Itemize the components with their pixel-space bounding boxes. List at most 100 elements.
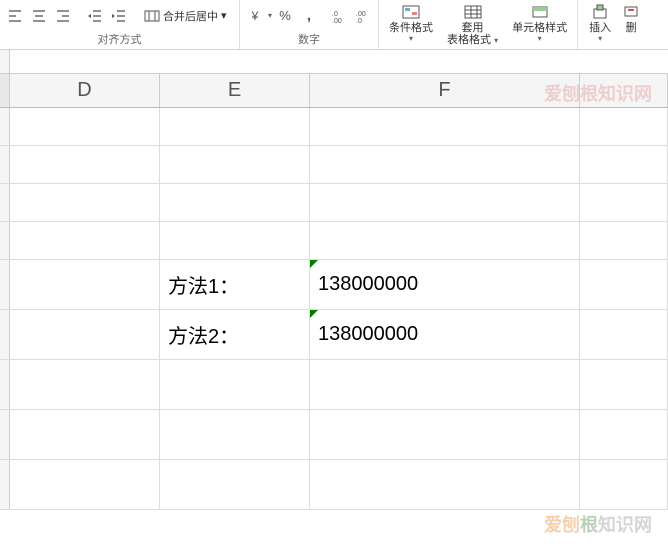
name-box[interactable] xyxy=(0,50,10,73)
cell[interactable] xyxy=(160,184,310,221)
cell[interactable] xyxy=(580,260,668,309)
cell[interactable] xyxy=(10,222,160,259)
cell[interactable] xyxy=(10,460,160,509)
cell-method1-label[interactable]: 方法1： xyxy=(160,260,310,309)
table-format-icon xyxy=(463,4,483,20)
conditional-format-button[interactable]: 条件格式 ▾ xyxy=(383,2,439,48)
insert-label: 插入 xyxy=(589,22,611,34)
table-row: 方法2： 138000000 xyxy=(0,310,668,360)
delete-icon xyxy=(622,4,640,20)
row-header[interactable] xyxy=(0,410,10,459)
chevron-down-icon: ▾ xyxy=(221,9,227,22)
cell[interactable] xyxy=(310,410,580,459)
merge-center-label: 合并后居中 xyxy=(163,8,218,24)
increase-indent-icon[interactable] xyxy=(108,5,130,27)
cell[interactable] xyxy=(10,184,160,221)
cell[interactable] xyxy=(160,460,310,509)
formula-input[interactable] xyxy=(10,50,668,73)
number-group: ¥ ▾ % , .0.00 .00.0 数字 xyxy=(240,0,379,49)
column-header-E[interactable]: E xyxy=(160,74,310,107)
select-all-corner[interactable] xyxy=(0,74,10,107)
cell-method2-label[interactable]: 方法2： xyxy=(160,310,310,359)
column-header-F[interactable]: F xyxy=(310,74,580,107)
ribbon: 合并后居中 ▾ 对齐方式 ¥ ▾ % , .0.00 .00.0 xyxy=(0,0,668,50)
comma-icon[interactable]: , xyxy=(298,5,320,27)
svg-text:¥: ¥ xyxy=(251,9,259,23)
cell[interactable] xyxy=(310,184,580,221)
row-header[interactable] xyxy=(0,184,10,221)
cell-style-label: 单元格样式 xyxy=(512,22,567,34)
cell[interactable] xyxy=(580,146,668,183)
cell-method2-value[interactable]: 138000000 xyxy=(310,310,580,359)
row-header[interactable] xyxy=(0,146,10,183)
table-row xyxy=(0,410,668,460)
chevron-down-icon: ▾ xyxy=(409,34,413,43)
decrease-decimal-icon[interactable]: .00.0 xyxy=(352,5,374,27)
conditional-format-label: 条件格式 xyxy=(389,22,433,34)
chevron-down-icon: ▾ xyxy=(598,34,602,43)
cell[interactable] xyxy=(580,108,668,145)
cell[interactable] xyxy=(580,460,668,509)
cell[interactable] xyxy=(160,360,310,409)
chevron-down-icon[interactable]: ▾ xyxy=(268,11,272,20)
table-row xyxy=(0,108,668,146)
table-row xyxy=(0,460,668,510)
cell[interactable] xyxy=(10,310,160,359)
delete-button[interactable]: 删 xyxy=(620,2,642,45)
column-header-D[interactable]: D xyxy=(10,74,160,107)
alignment-group-label: 对齐方式 xyxy=(4,29,235,49)
row-header[interactable] xyxy=(0,460,10,509)
cell[interactable] xyxy=(160,146,310,183)
cell-style-icon xyxy=(530,4,550,20)
cell[interactable] xyxy=(310,146,580,183)
table-row: 方法1： 138000000 xyxy=(0,260,668,310)
cell[interactable] xyxy=(310,108,580,145)
row-header[interactable] xyxy=(0,222,10,259)
merge-center-button[interactable]: 合并后居中 ▾ xyxy=(140,6,231,26)
styles-group: 条件格式 ▾ 套用 表格格式 ▾ 单元格样式 ▾ 样式 xyxy=(379,0,578,49)
cell[interactable] xyxy=(10,260,160,309)
align-right-icon[interactable] xyxy=(52,5,74,27)
column-header-G[interactable] xyxy=(580,74,668,107)
cell[interactable] xyxy=(160,222,310,259)
currency-icon[interactable]: ¥ xyxy=(244,5,266,27)
cell[interactable] xyxy=(310,222,580,259)
table-row xyxy=(0,184,668,222)
insert-button[interactable]: 插入 ▾ xyxy=(582,2,618,45)
chevron-down-icon: ▾ xyxy=(494,36,498,45)
cell[interactable] xyxy=(160,108,310,145)
increase-decimal-icon[interactable]: .0.00 xyxy=(328,5,350,27)
cell[interactable] xyxy=(10,108,160,145)
cell[interactable] xyxy=(580,184,668,221)
svg-text:.00: .00 xyxy=(332,18,342,24)
row-header[interactable] xyxy=(0,260,10,309)
align-left-icon[interactable] xyxy=(4,5,26,27)
cell[interactable] xyxy=(160,410,310,459)
row-header[interactable] xyxy=(0,310,10,359)
cell[interactable] xyxy=(580,310,668,359)
cell[interactable] xyxy=(580,222,668,259)
percent-icon[interactable]: % xyxy=(274,5,296,27)
cell[interactable] xyxy=(310,360,580,409)
cell-style-button[interactable]: 单元格样式 ▾ xyxy=(506,2,573,48)
cell[interactable] xyxy=(10,146,160,183)
table-row xyxy=(0,360,668,410)
cell-method1-value[interactable]: 138000000 xyxy=(310,260,580,309)
cell[interactable] xyxy=(10,410,160,459)
number-group-label: 数字 xyxy=(244,29,374,49)
conditional-format-icon xyxy=(401,4,421,20)
cell[interactable] xyxy=(580,410,668,459)
row-header[interactable] xyxy=(0,360,10,409)
cell[interactable] xyxy=(580,360,668,409)
table-format-button[interactable]: 套用 表格格式 ▾ xyxy=(441,2,504,48)
formula-bar xyxy=(0,50,668,74)
decrease-indent-icon[interactable] xyxy=(84,5,106,27)
chevron-down-icon: ▾ xyxy=(538,34,542,43)
align-center-icon[interactable] xyxy=(28,5,50,27)
insert-icon xyxy=(591,4,609,20)
cell[interactable] xyxy=(310,460,580,509)
cell[interactable] xyxy=(10,360,160,409)
svg-text:.0: .0 xyxy=(356,18,362,24)
cells-group: 插入 ▾ 删 xyxy=(578,0,648,49)
row-header[interactable] xyxy=(0,108,10,145)
